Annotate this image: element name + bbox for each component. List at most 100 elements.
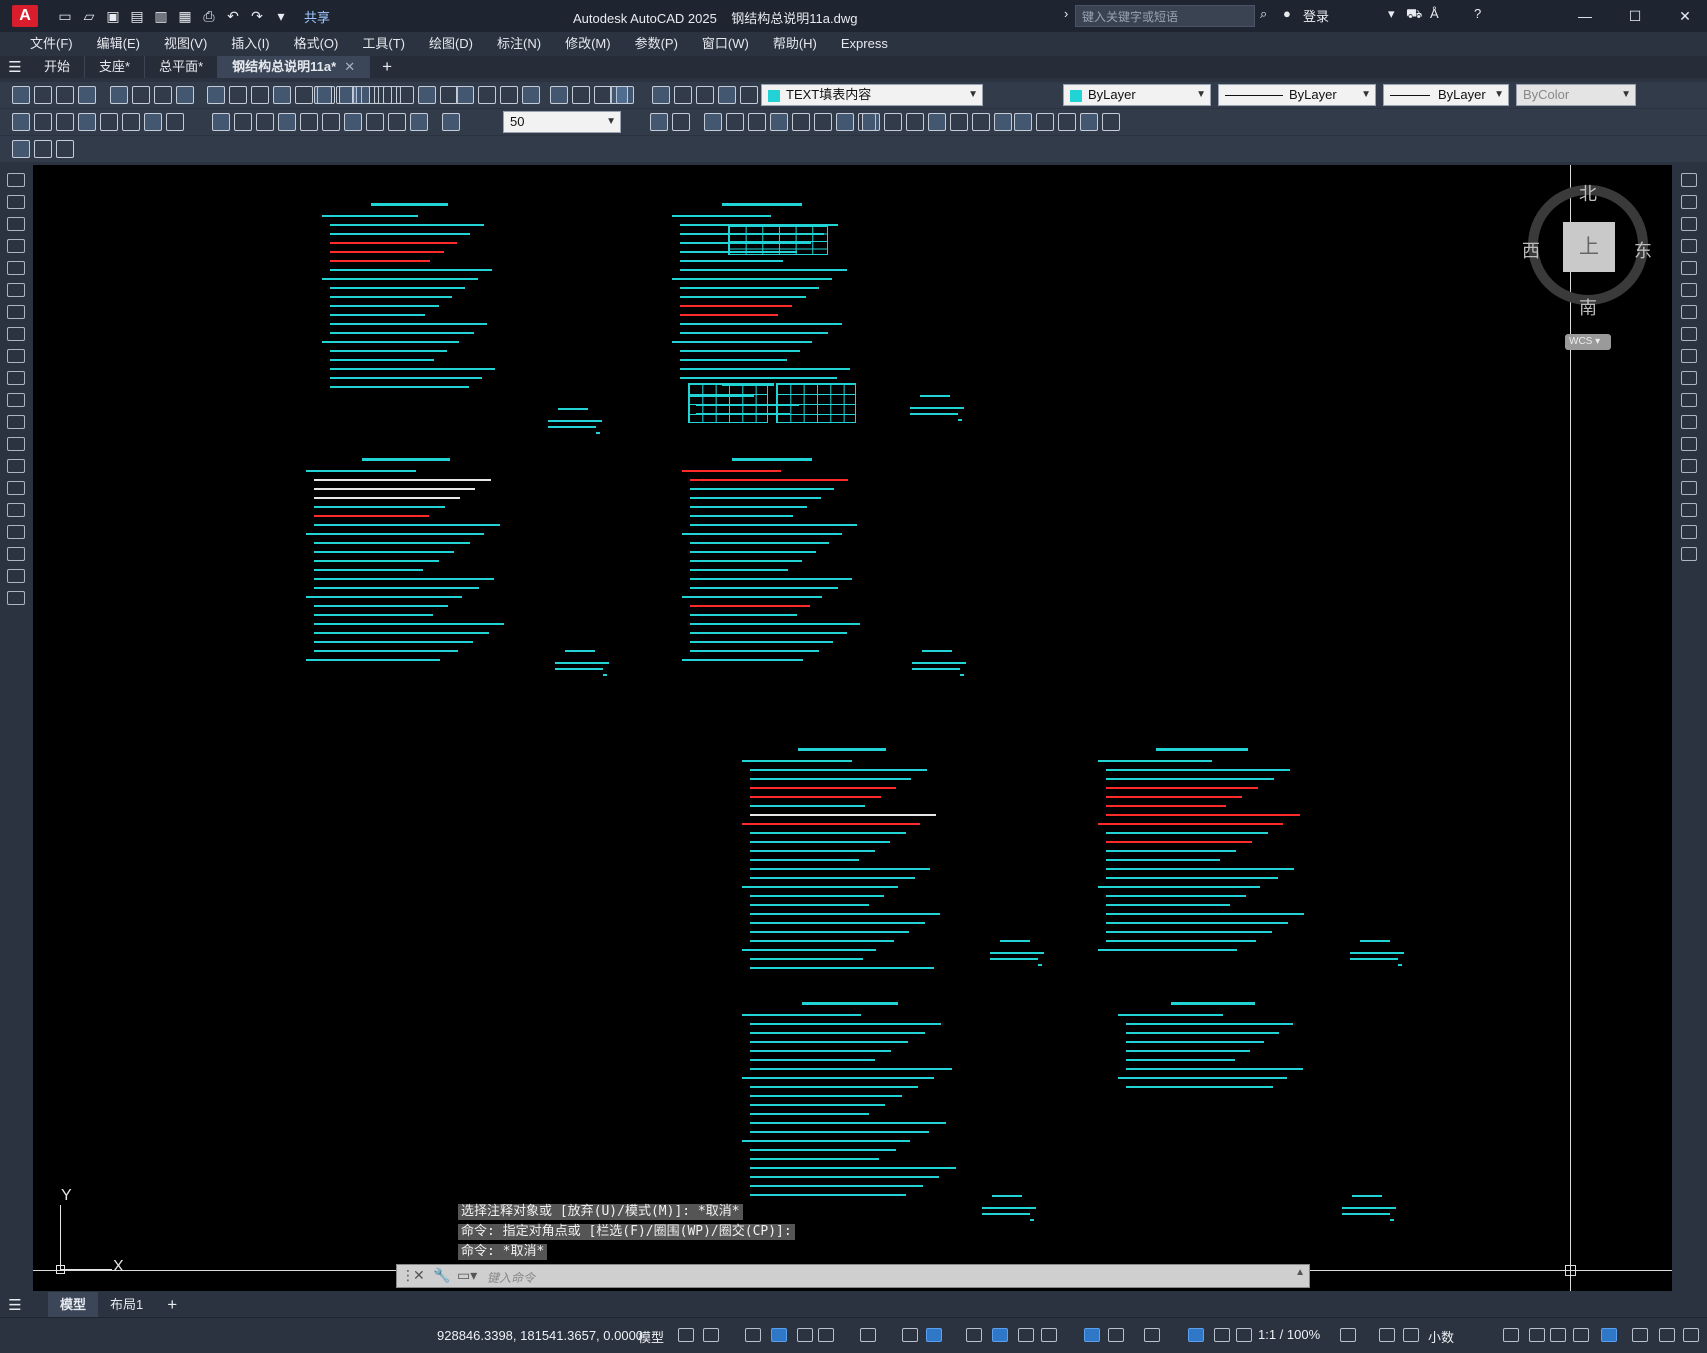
customize-command-icon[interactable]: 🔧 (433, 1267, 450, 1284)
status-toggle-icon[interactable] (860, 1328, 876, 1342)
toolbar-tool-icon[interactable] (726, 113, 744, 131)
color-dropdown[interactable]: ByLayer ▼ (1063, 84, 1211, 106)
status-toggle-icon[interactable] (926, 1328, 942, 1342)
modify-tool-icon[interactable] (1681, 195, 1697, 209)
menu-item-3[interactable]: 插入(I) (219, 32, 281, 56)
toolbar-tool-icon[interactable] (652, 86, 670, 104)
undo-icon[interactable]: ↶ (224, 7, 242, 25)
toolbar-tool-icon[interactable] (928, 113, 946, 131)
toolbar-tool-icon[interactable] (251, 86, 269, 104)
toolbar-tool-icon[interactable] (696, 86, 714, 104)
toolbar-tool-icon[interactable] (672, 113, 690, 131)
toolbar-tool-icon[interactable] (34, 113, 52, 131)
status-toggle-icon[interactable] (1188, 1328, 1204, 1342)
status-toggle-icon[interactable] (703, 1328, 719, 1342)
viewcube-west[interactable]: 西 (1522, 237, 1540, 263)
draw-tool-icon[interactable] (7, 569, 25, 583)
lineweight-dropdown[interactable]: ByLayer ▼ (1383, 84, 1509, 106)
toolbar-tool-icon[interactable] (862, 113, 880, 131)
toolbar-tool-icon[interactable] (56, 113, 74, 131)
open-icon[interactable]: ▱ (80, 7, 98, 25)
redo-icon[interactable]: ↷ (248, 7, 266, 25)
toolbar-tool-icon[interactable] (906, 113, 924, 131)
login-button[interactable]: 登录 (1303, 6, 1329, 25)
toolbar-tool-icon[interactable] (295, 86, 313, 104)
modify-tool-icon[interactable] (1681, 371, 1697, 385)
menu-item-1[interactable]: 编辑(E) (85, 32, 152, 56)
viewcube-top-face[interactable]: 上 (1563, 222, 1615, 272)
status-toggle-icon[interactable] (1108, 1328, 1124, 1342)
status-toggle-icon[interactable] (1018, 1328, 1034, 1342)
units-dropdown[interactable]: 小数 (1428, 1327, 1454, 1346)
draw-tool-icon[interactable] (7, 437, 25, 451)
layout-menu-icon[interactable]: ☰ (0, 1296, 30, 1314)
share-button[interactable]: 共享 (304, 7, 330, 26)
toolbar-tool-icon[interactable] (12, 140, 30, 158)
file-tab-3[interactable]: 钢结构总说明11a* ✕ (218, 56, 371, 78)
plotstyle-dropdown[interactable]: ByColor ▼ (1516, 84, 1636, 106)
toolbar-tool-icon[interactable] (1102, 113, 1120, 131)
draw-tool-icon[interactable] (7, 173, 25, 187)
toolbar-tool-icon[interactable] (132, 86, 150, 104)
modify-tool-icon[interactable] (1681, 547, 1697, 561)
modify-tool-icon[interactable] (1681, 415, 1697, 429)
modify-tool-icon[interactable] (1681, 305, 1697, 319)
toolbar-tool-icon[interactable] (740, 86, 758, 104)
user-icon[interactable]: ● (1283, 6, 1291, 21)
file-tab-2[interactable]: 总平面* (145, 56, 219, 78)
menu-icon[interactable]: ☰ (0, 58, 30, 76)
toolbar-tool-icon[interactable] (674, 86, 692, 104)
web-open-icon[interactable]: ▥ (152, 7, 170, 25)
status-toggle-icon[interactable] (818, 1328, 834, 1342)
status-toggle-icon[interactable] (992, 1328, 1008, 1342)
toolbar-tool-icon[interactable] (500, 86, 518, 104)
command-input[interactable]: 键入命令 (487, 1269, 535, 1286)
draw-tool-icon[interactable] (7, 239, 25, 253)
status-toggle-icon[interactable] (1503, 1328, 1519, 1342)
toolbar-tool-icon[interactable] (572, 86, 590, 104)
toolbar-tool-icon[interactable] (792, 113, 810, 131)
draw-tool-icon[interactable] (7, 481, 25, 495)
toolbar-tool-icon[interactable] (344, 113, 362, 131)
menu-item-6[interactable]: 绘图(D) (417, 32, 485, 56)
toolbar-tool-icon[interactable] (478, 86, 496, 104)
title-stamp[interactable] (548, 408, 606, 438)
title-stamp[interactable] (555, 650, 613, 680)
draw-tool-icon[interactable] (7, 217, 25, 231)
modify-tool-icon[interactable] (1681, 503, 1697, 517)
model-space-toggle[interactable]: 模型 (638, 1327, 664, 1346)
status-toggle-icon[interactable] (1214, 1328, 1230, 1342)
command-line[interactable]: ⋮ ✕ 🔧 ▭▾ 键入命令 ▲ (396, 1264, 1310, 1288)
toolbar-tool-icon[interactable] (770, 113, 788, 131)
close-tab-icon[interactable]: ✕ (344, 59, 355, 74)
status-toggle-icon[interactable] (1144, 1328, 1160, 1342)
toolbar-tool-icon[interactable] (456, 86, 474, 104)
toolbar-tool-icon[interactable] (388, 113, 406, 131)
modify-tool-icon[interactable] (1681, 349, 1697, 363)
toolbar-tool-icon[interactable] (176, 86, 194, 104)
status-toggle-icon[interactable] (1403, 1328, 1419, 1342)
toolbar-tool-icon[interactable] (78, 113, 96, 131)
toolbar-tool-icon[interactable] (366, 113, 384, 131)
toolbar-tool-icon[interactable] (1014, 113, 1032, 131)
status-toggle-icon[interactable] (745, 1328, 761, 1342)
status-toggle-icon[interactable] (1601, 1328, 1617, 1342)
command-history-toggle-icon[interactable]: ▲ (1295, 1267, 1305, 1278)
wcs-menu[interactable]: WCS ▾ (1565, 334, 1611, 350)
menu-item-8[interactable]: 修改(M) (553, 32, 623, 56)
toolbar-tool-icon[interactable] (442, 113, 460, 131)
toolbar-tool-icon[interactable] (212, 113, 230, 131)
toolbar-tool-icon[interactable] (884, 113, 902, 131)
toolbar-tool-icon[interactable] (229, 86, 247, 104)
modify-tool-icon[interactable] (1681, 459, 1697, 473)
menu-item-7[interactable]: 标注(N) (485, 32, 553, 56)
modify-tool-icon[interactable] (1681, 217, 1697, 231)
menu-item-9[interactable]: 参数(P) (623, 32, 690, 56)
draw-tool-icon[interactable] (7, 195, 25, 209)
draw-tool-icon[interactable] (7, 393, 25, 407)
title-stamp[interactable] (910, 395, 968, 425)
title-stamp[interactable] (982, 1195, 1040, 1225)
menu-item-12[interactable]: Express (829, 32, 900, 56)
plot-icon[interactable]: ⎙ (200, 7, 218, 25)
toolbar-tool-icon[interactable] (56, 140, 74, 158)
